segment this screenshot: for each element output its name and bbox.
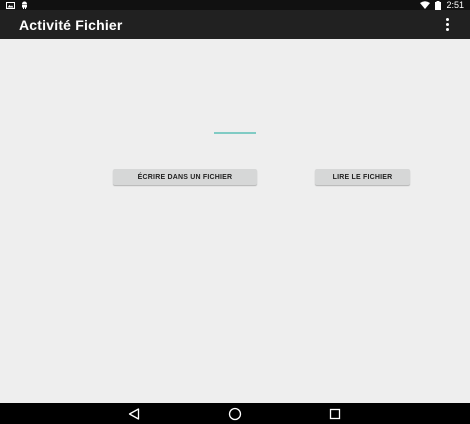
main-content: ÉCRIRE DANS UN FICHIER LIRE LE FICHIER <box>0 39 470 403</box>
status-notifications <box>6 0 28 10</box>
android-notification-icon <box>21 1 28 9</box>
status-bar: 2:51 <box>0 0 470 10</box>
file-text-input[interactable] <box>214 132 256 134</box>
image-notification-icon <box>6 1 15 9</box>
action-bar: Activité Fichier <box>0 10 470 39</box>
read-file-button[interactable]: LIRE LE FICHIER <box>315 169 410 185</box>
overflow-menu-icon[interactable] <box>442 18 452 32</box>
status-system: 2:51 <box>420 0 464 10</box>
wifi-icon <box>420 1 431 9</box>
page-title: Activité Fichier <box>19 16 123 33</box>
recents-icon[interactable] <box>327 406 343 422</box>
battery-icon <box>435 0 442 10</box>
write-file-button[interactable]: ÉCRIRE DANS UN FICHIER <box>113 169 257 185</box>
home-icon[interactable] <box>227 406 243 422</box>
navigation-bar <box>0 403 470 424</box>
status-time: 2:51 <box>446 0 464 10</box>
app-screen: 2:51 Activité Fichier ÉCRIRE DANS UN FIC… <box>0 0 470 424</box>
back-icon[interactable] <box>126 406 142 422</box>
